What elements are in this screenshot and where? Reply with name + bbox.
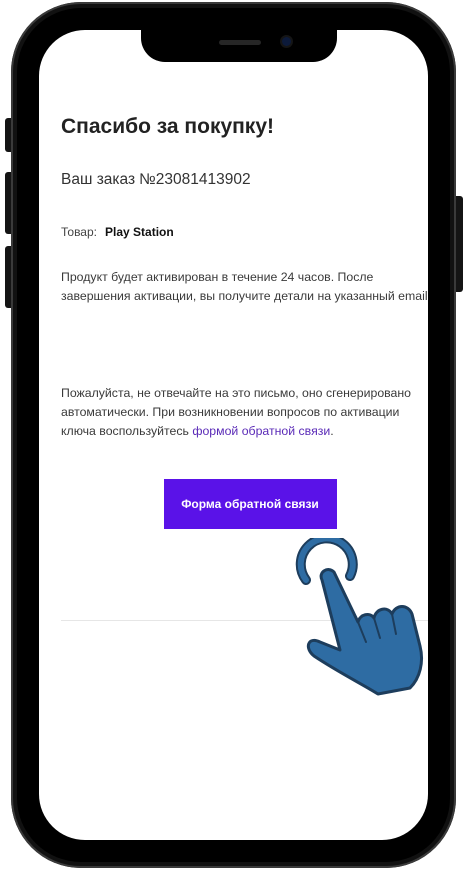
email-title: Спасибо за покупку! — [61, 115, 274, 138]
email-body: Спасибо за покупку! Ваш заказ №2308141390… — [61, 114, 428, 529]
auto-reply-notice: Пожалуйста, не отвечайте на это письмо, … — [61, 384, 428, 441]
order-label: Ваш заказ — [61, 171, 136, 188]
order-number: №23081413902 — [139, 171, 251, 188]
tap-hand-icon — [295, 538, 424, 696]
feedback-form-button[interactable]: Форма обратной связи — [163, 479, 337, 529]
front-camera-icon — [282, 37, 291, 46]
phone-frame: Спасибо за покупку! Ваш заказ №2308141390… — [11, 2, 456, 868]
product-name: Play Station — [105, 225, 174, 239]
activation-text: Продукт будет активирован в течение 24 ч… — [61, 270, 428, 303]
product-label: Товар: — [61, 225, 97, 239]
stage: Спасибо за покупку! Ваш заказ №2308141390… — [0, 0, 464, 870]
notch — [141, 30, 337, 62]
order-line: Ваш заказ №23081413902 — [61, 170, 428, 190]
phone-screen: Спасибо за покупку! Ваш заказ №2308141390… — [39, 30, 428, 840]
phone-bezel: Спасибо за покупку! Ваш заказ №2308141390… — [17, 8, 450, 862]
product-row: Товар: Play Station — [61, 224, 428, 240]
notice-end: . — [330, 424, 334, 438]
power-button — [456, 196, 463, 292]
speaker-grille — [219, 40, 261, 45]
feedback-form-link[interactable]: формой обратной связи — [192, 424, 330, 438]
cta-container: Форма обратной связи — [61, 479, 428, 529]
